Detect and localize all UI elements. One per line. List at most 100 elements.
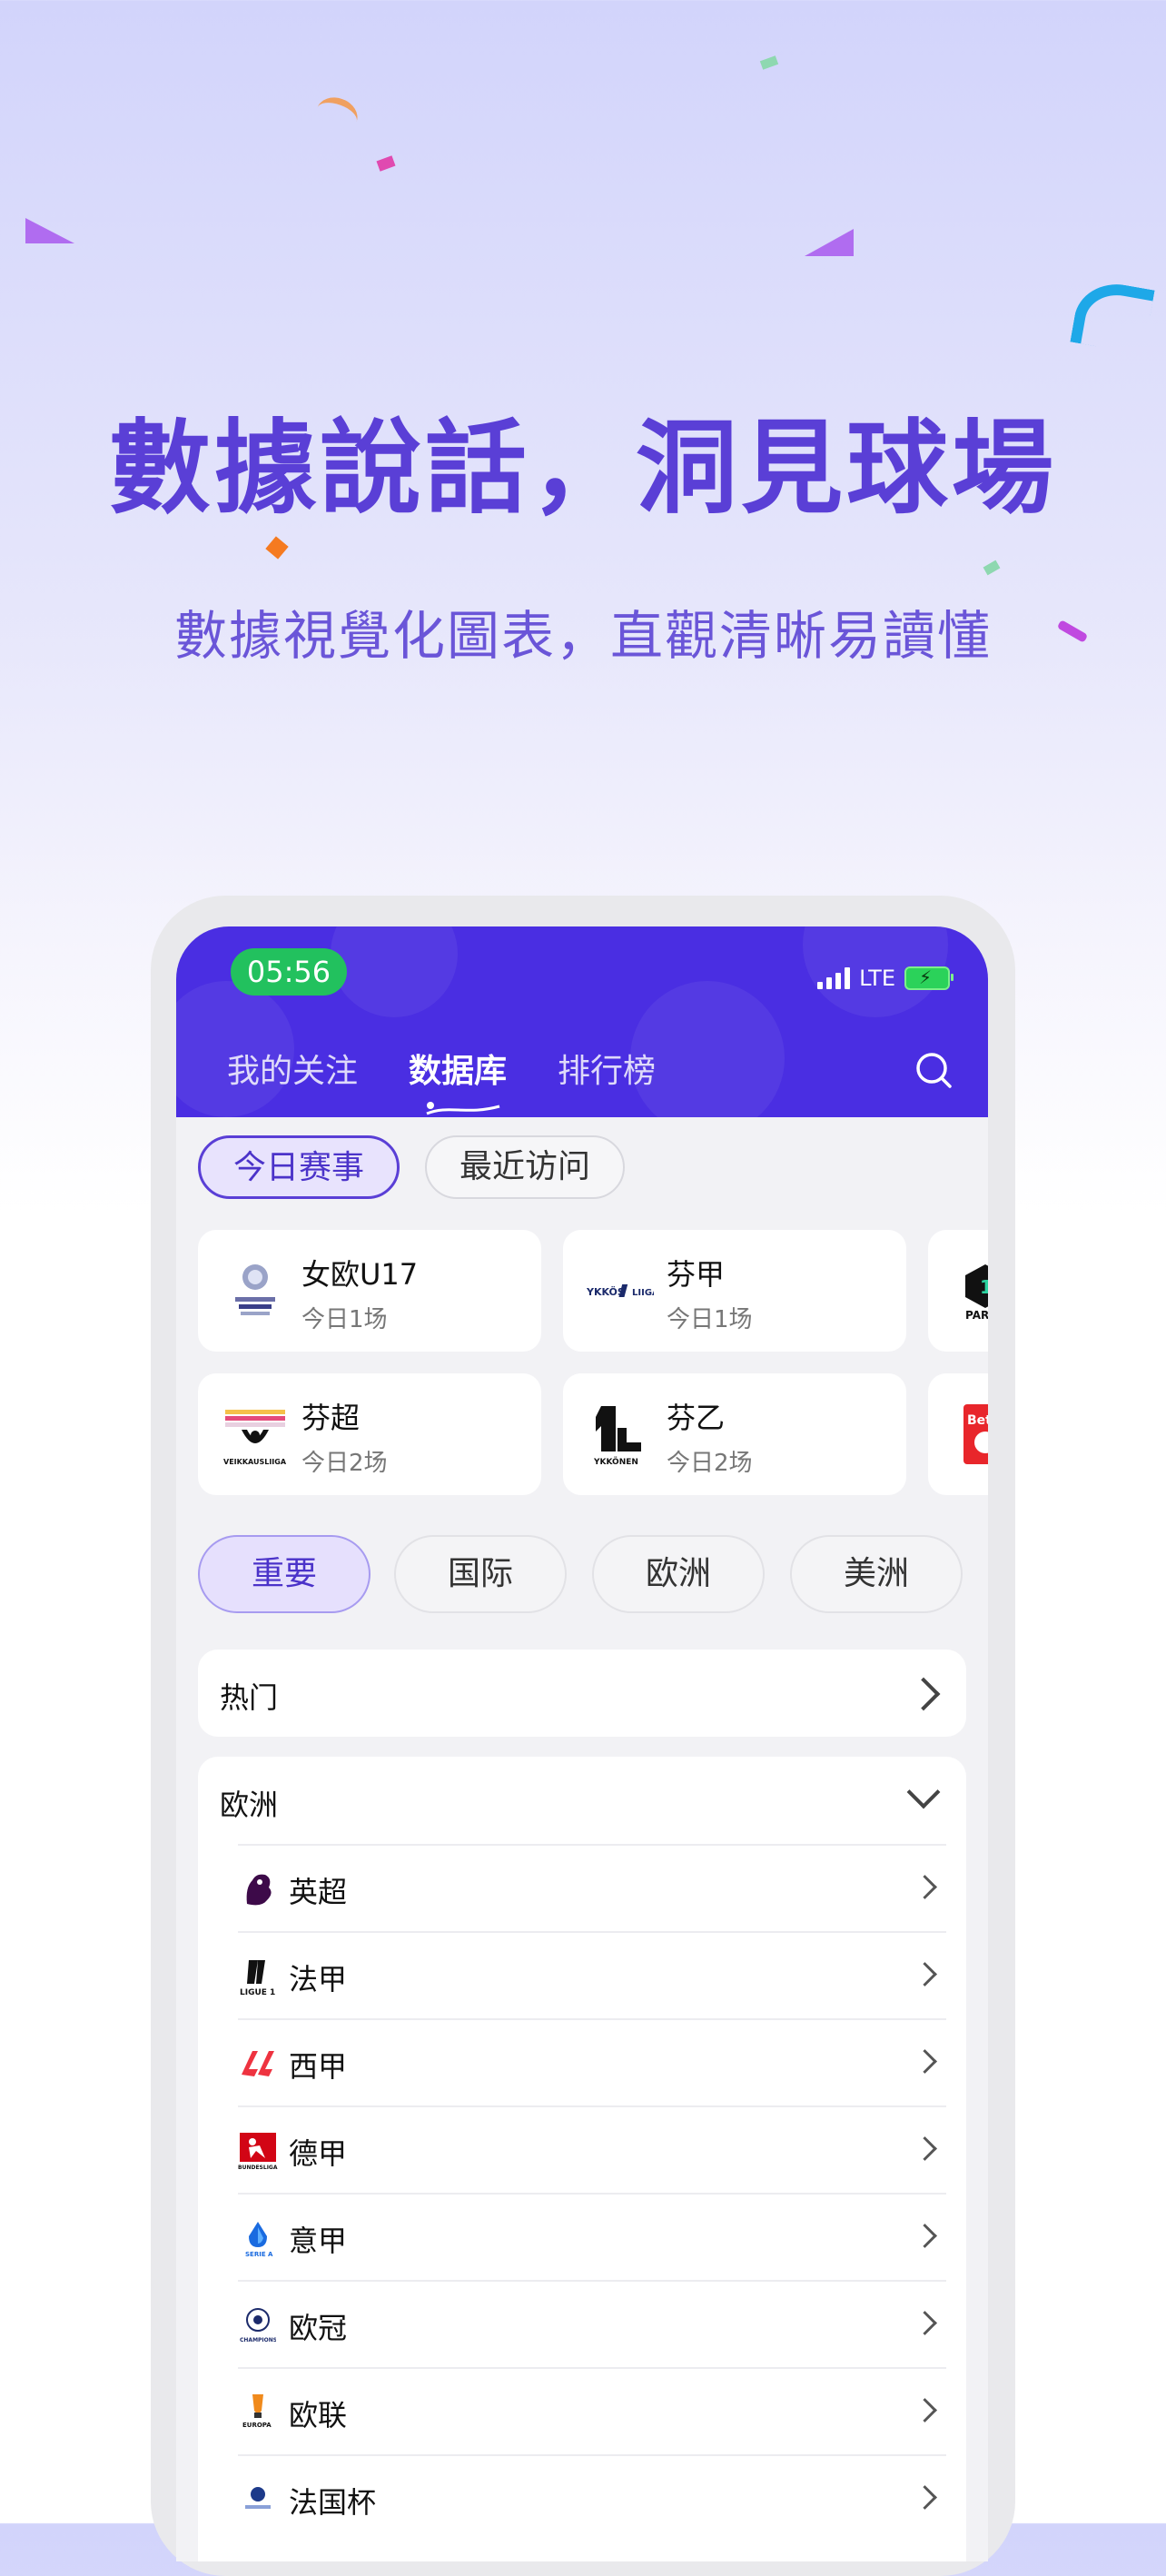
chip-today-matches[interactable]: 今日赛事 bbox=[198, 1135, 400, 1199]
league-row[interactable]: SERIE A 意甲 bbox=[238, 2193, 946, 2282]
chevron-right-icon bbox=[913, 2136, 937, 2161]
filter-chips: 今日赛事 最近访问 bbox=[198, 1135, 626, 1199]
header-pattern bbox=[331, 926, 458, 1017]
veikkausliiga-logo: VEIKKAUSLIIGA bbox=[222, 1401, 289, 1468]
league-card-name: 女欧U17 bbox=[301, 1257, 419, 1292]
today-matches-grid: 女欧U17 今日1场 YKKÖS LIIGA 芬甲 今日1场 1 PAR VEIKK… bbox=[198, 1230, 988, 1502]
status-icons: LTE ⚡ bbox=[817, 965, 954, 992]
chevron-right-icon bbox=[913, 2311, 937, 2335]
confetti-piece bbox=[1070, 277, 1155, 355]
league-name: 西甲 bbox=[289, 2049, 348, 2084]
status-time: 05:56 bbox=[231, 948, 347, 996]
confetti-piece bbox=[805, 229, 854, 256]
serie-a-logo: SERIE A bbox=[238, 2216, 278, 2260]
region-europe[interactable]: 欧洲 bbox=[592, 1535, 765, 1613]
chevron-right-icon bbox=[913, 2398, 937, 2422]
league-name: 英超 bbox=[289, 1875, 348, 1909]
region-americas[interactable]: 美洲 bbox=[790, 1535, 963, 1613]
league-card-count: 今日2场 bbox=[301, 1450, 388, 1477]
svg-text:EUROPA: EUROPA bbox=[242, 2422, 272, 2429]
hot-section-row[interactable]: 热门 bbox=[198, 1650, 966, 1737]
chevron-right-icon bbox=[913, 2224, 937, 2248]
ykkonen-logo: YKKÖNEN bbox=[587, 1401, 654, 1468]
chevron-right-icon bbox=[913, 1875, 937, 1899]
league-row[interactable]: 法国杯 bbox=[238, 2454, 946, 2543]
region-important[interactable]: 重要 bbox=[198, 1535, 371, 1613]
svg-text:VEIKKAUSLIIGA: VEIKKAUSLIIGA bbox=[223, 1458, 287, 1466]
league-row[interactable]: LIGUE 1 法甲 bbox=[238, 1931, 946, 2020]
league-row[interactable]: BUNDESLIGA 德甲 bbox=[238, 2105, 946, 2195]
ligue1-logo: LIGUE 1 bbox=[238, 1955, 278, 1998]
league-row[interactable]: CHAMPIONS 欧冠 bbox=[238, 2280, 946, 2369]
league-name: 欧联 bbox=[289, 2398, 348, 2432]
region-international[interactable]: 国际 bbox=[394, 1535, 567, 1613]
tab-database-label: 数据库 bbox=[409, 1053, 508, 1090]
network-label: LTE bbox=[859, 966, 895, 991]
chevron-right-icon bbox=[913, 2049, 937, 2074]
chevron-right-icon bbox=[906, 1677, 941, 1711]
svg-text:YKKÖNEN: YKKÖNEN bbox=[593, 1457, 638, 1467]
svg-text:LIIGA: LIIGA bbox=[632, 1288, 654, 1298]
hero-title: 數據說話，洞見球場 bbox=[109, 410, 1057, 528]
search-icon[interactable] bbox=[914, 1050, 954, 1090]
coupe-de-france-logo bbox=[238, 2478, 278, 2522]
league-card[interactable]: YKKÖNEN 芬乙 今日2场 bbox=[563, 1373, 906, 1495]
app-header: 05:56 LTE ⚡ 我的关注 数据库 排行榜 bbox=[176, 926, 988, 1117]
ykkosliiga-logo: YKKÖS LIIGA bbox=[587, 1257, 654, 1324]
tab-database[interactable]: 数据库 bbox=[409, 1045, 508, 1115]
league-card-name: 芬甲 bbox=[667, 1257, 726, 1292]
league-name: 意甲 bbox=[289, 2224, 348, 2258]
battery-charging-icon: ⚡ bbox=[904, 966, 954, 990]
champions-league-logo: CHAMPIONS bbox=[238, 2304, 278, 2347]
svg-text:Bets: Bets bbox=[967, 1413, 988, 1428]
svg-text:BUNDESLIGA: BUNDESLIGA bbox=[238, 2165, 278, 2171]
league-name: 欧冠 bbox=[289, 2311, 348, 2345]
chevron-right-icon bbox=[913, 1962, 937, 1986]
svg-text:SERIE A: SERIE A bbox=[245, 2251, 273, 2258]
confetti-piece bbox=[25, 218, 74, 243]
phone-screen: 05:56 LTE ⚡ 我的关注 数据库 排行榜 今日赛事 最近访问 女欧U17… bbox=[176, 926, 988, 2561]
league-card-name: 芬超 bbox=[301, 1401, 361, 1435]
confetti-piece bbox=[759, 55, 779, 70]
nav-tabs: 我的关注 数据库 排行榜 bbox=[227, 1045, 656, 1115]
partial-league-logo: 1 PAR bbox=[952, 1257, 988, 1324]
premier-league-logo bbox=[238, 1868, 278, 1911]
svg-text:CHAMPIONS: CHAMPIONS bbox=[240, 2337, 276, 2343]
league-row[interactable]: 西甲 bbox=[238, 2018, 946, 2107]
league-name: 德甲 bbox=[289, 2136, 348, 2171]
chip-recent-visits[interactable]: 最近访问 bbox=[425, 1135, 626, 1199]
hero-subtitle: 數據視覺化圖表，直觀清晰易讀懂 bbox=[173, 605, 992, 667]
svg-text:LIGUE 1: LIGUE 1 bbox=[240, 1988, 275, 1996]
europe-section: 欧洲 英超 LIGUE 1 法甲 西甲 BUNDESLIGA 德甲 SERIE … bbox=[198, 1757, 966, 2561]
europa-league-logo: EUROPA bbox=[238, 2391, 278, 2434]
league-card-count: 今日1场 bbox=[301, 1306, 388, 1333]
chevron-right-icon bbox=[913, 2485, 937, 2510]
league-card[interactable]: YKKÖS LIIGA 芬甲 今日1场 bbox=[563, 1230, 906, 1352]
europe-section-header[interactable]: 欧洲 bbox=[198, 1757, 966, 1844]
tab-rankings[interactable]: 排行榜 bbox=[558, 1045, 656, 1092]
region-filter: 重要 国际 欧洲 美洲 bbox=[198, 1535, 988, 1617]
signal-icon bbox=[817, 967, 851, 989]
hot-section-title: 热门 bbox=[220, 1680, 279, 1715]
tab-my-follows[interactable]: 我的关注 bbox=[227, 1045, 358, 1092]
svg-text:1: 1 bbox=[980, 1276, 988, 1298]
league-row[interactable]: 英超 bbox=[238, 1844, 946, 1933]
confetti-piece bbox=[265, 536, 289, 560]
league-card[interactable]: Bets bbox=[928, 1373, 988, 1495]
uefa-women-u17-logo bbox=[222, 1257, 289, 1324]
bundesliga-logo: BUNDESLIGA bbox=[238, 2129, 278, 2173]
chevron-down-icon bbox=[906, 1775, 941, 1809]
confetti-piece bbox=[376, 155, 396, 172]
league-card[interactable]: 女欧U17 今日1场 bbox=[198, 1230, 541, 1352]
league-card-count: 今日1场 bbox=[667, 1306, 753, 1333]
betsson-logo: Bets bbox=[952, 1401, 988, 1468]
active-tab-indicator-icon bbox=[426, 1102, 500, 1115]
league-card[interactable]: VEIKKAUSLIIGA 芬超 今日2场 bbox=[198, 1373, 541, 1495]
league-name: 法国杯 bbox=[289, 2485, 377, 2520]
league-row[interactable]: EUROPA 欧联 bbox=[238, 2367, 946, 2456]
laliga-logo bbox=[238, 2042, 278, 2086]
confetti-piece bbox=[311, 92, 362, 138]
svg-text:PAR: PAR bbox=[965, 1309, 988, 1322]
confetti-piece bbox=[983, 560, 1001, 576]
league-card[interactable]: 1 PAR bbox=[928, 1230, 988, 1352]
